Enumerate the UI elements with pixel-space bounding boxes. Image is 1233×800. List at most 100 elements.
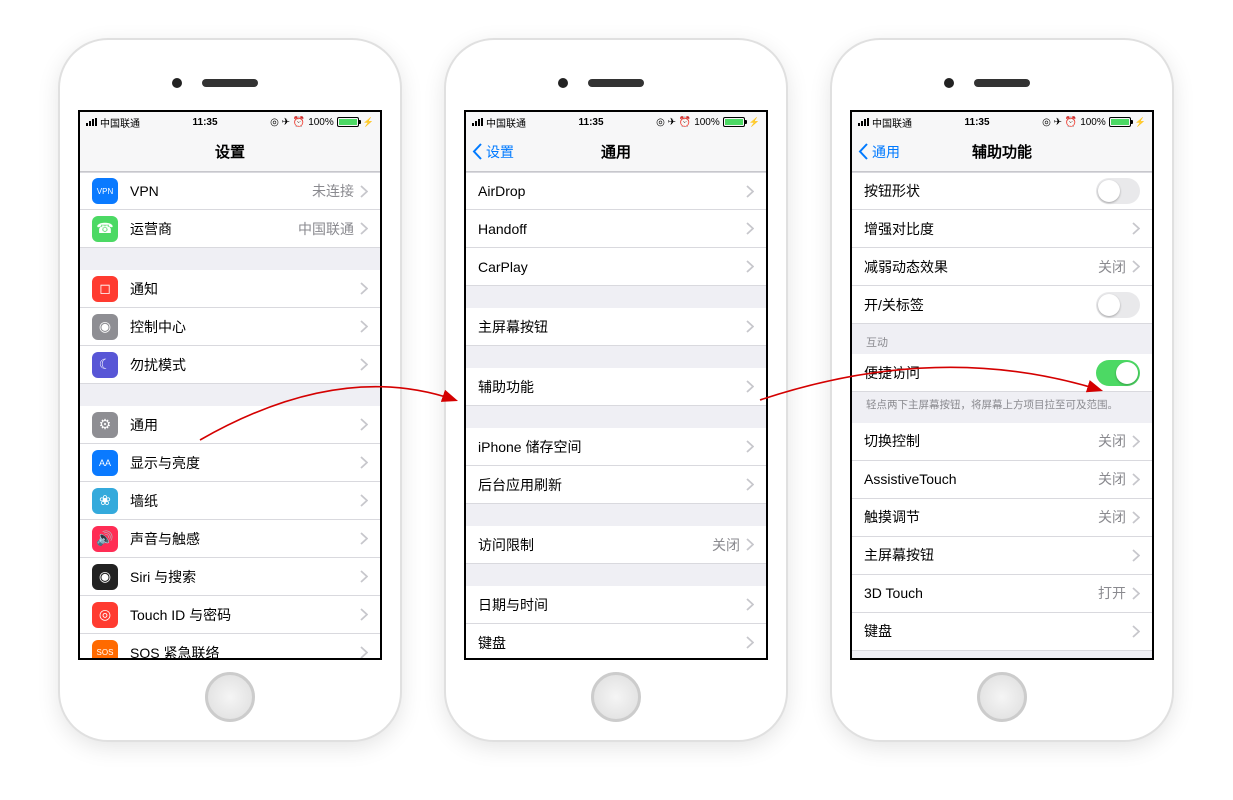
settings-row[interactable]: VPNVPN未连接 [80,172,380,210]
accessibility-list[interactable]: 按钮形状增强对比度减弱动态效果关闭开/关标签互动便捷访问轻点两下主屏幕按钮，将屏… [852,172,1152,658]
row-label: 键盘 [478,633,746,653]
settings-row[interactable]: 访问限制关闭 [466,526,766,564]
settings-row[interactable]: AA显示与亮度 [80,444,380,482]
charging-icon: ⚡ [749,117,760,128]
settings-row[interactable]: ◉控制中心 [80,308,380,346]
row-label: 主屏幕按钮 [478,317,746,337]
settings-row[interactable]: 后台应用刷新 [466,466,766,504]
nav-bar: 设置 [80,132,380,172]
charging-icon: ⚡ [363,117,374,128]
settings-row[interactable]: ◻通知 [80,270,380,308]
settings-row[interactable]: 主屏幕按钮 [466,308,766,346]
settings-row[interactable]: ◎Touch ID 与密码 [80,596,380,634]
chevron-right-icon [360,282,368,295]
row-value: 打开 [1098,583,1126,603]
row-label: 墙纸 [130,491,360,511]
nav-title: 设置 [215,141,245,162]
screen-accessibility: 中国联通 11:35 ◎ ✈ ⏰ 100% ⚡ 通用 辅助功能 按钮形状增强对比… [850,110,1154,660]
chevron-right-icon [360,320,368,333]
row-label: 辅助功能 [478,377,746,397]
chevron-right-icon [746,185,754,198]
settings-row[interactable]: ❀墙纸 [80,482,380,520]
settings-row[interactable]: iPhone 储存空间 [466,428,766,466]
settings-row[interactable]: 按钮形状 [852,172,1152,210]
row-label: 键盘 [864,621,1132,641]
settings-row[interactable]: AirDrop [466,172,766,210]
chevron-right-icon [360,494,368,507]
settings-row[interactable]: 开/关标签 [852,286,1152,324]
row-value: 未连接 [312,181,354,201]
settings-row[interactable]: 触摸调节关闭 [852,499,1152,537]
settings-row[interactable]: ⚙通用 [80,406,380,444]
home-button[interactable] [977,672,1027,722]
chevron-right-icon [1132,435,1140,448]
general-list[interactable]: AirDrop Handoff CarPlay 主屏幕按钮辅助功能 iPhone 储存空… [466,172,766,658]
chevron-right-icon [1132,473,1140,486]
camera-dot [172,78,182,88]
settings-row[interactable]: ◉Siri 与搜索 [80,558,380,596]
status-indicators: ◎ ✈ ⏰ [1042,117,1077,128]
chevron-right-icon [746,222,754,235]
row-label: 后台应用刷新 [478,475,746,495]
row-label: 声音与触感 [130,529,360,549]
chevron-right-icon [746,478,754,491]
chevron-right-icon [1132,260,1140,273]
settings-row[interactable]: 辅助功能 [466,368,766,406]
settings-row[interactable]: SOSSOS 紧急联络 [80,634,380,658]
nav-back[interactable]: 通用 [858,132,900,171]
row-label: 主屏幕按钮 [864,545,1132,565]
row-label: 通用 [130,415,360,435]
home-button[interactable] [591,672,641,722]
settings-row[interactable]: ☎运营商中国联通 [80,210,380,248]
settings-row[interactable]: 🔊声音与触感 [80,520,380,558]
settings-row[interactable]: CarPlay [466,248,766,286]
phone-settings: 中国联通 11:35 ◎ ✈ ⏰ 100% ⚡ 设置 VPNVPN未连接☎运营商… [60,40,400,740]
chevron-right-icon [360,358,368,371]
settings-row[interactable]: Handoff [466,210,766,248]
settings-row[interactable]: 切换控制关闭 [852,423,1152,461]
status-carrier: 中国联通 [486,115,526,130]
chevron-right-icon [746,538,754,551]
phone-top [446,68,786,98]
row-label: 控制中心 [130,317,360,337]
chevron-right-icon [360,222,368,235]
settings-row[interactable]: 主屏幕按钮 [852,537,1152,575]
chevron-right-icon [360,646,368,658]
chevron-right-icon [360,456,368,469]
row-label: Handoff [478,221,746,237]
nav-title: 通用 [601,141,631,162]
settings-row[interactable]: 键盘 [852,613,1152,651]
chevron-right-icon [746,320,754,333]
toggle-switch[interactable] [1096,292,1140,318]
row-label: 显示与亮度 [130,453,360,473]
battery-icon [337,117,359,127]
settings-row[interactable]: 日期与时间 [466,586,766,624]
stage: 中国联通 11:35 ◎ ✈ ⏰ 100% ⚡ 设置 VPNVPN未连接☎运营商… [0,0,1233,800]
settings-row[interactable]: 便捷访问 [852,354,1152,392]
toggle-switch[interactable] [1096,178,1140,204]
status-indicators: ◎ ✈ ⏰ [270,117,305,128]
phone-general: 中国联通 11:35 ◎ ✈ ⏰ 100% ⚡ 设置 通用 AirDropHan… [446,40,786,740]
settings-row[interactable]: 3D Touch打开 [852,575,1152,613]
settings-list[interactable]: VPNVPN未连接☎运营商中国联通◻通知◉控制中心☾勿扰模式⚙通用AA显示与亮度… [80,172,380,658]
settings-row[interactable]: 减弱动态效果关闭 [852,248,1152,286]
row-label: 3D Touch [864,585,1098,601]
row-value: 中国联通 [298,219,354,239]
settings-row[interactable]: AssistiveTouch关闭 [852,461,1152,499]
status-time: 11:35 [965,117,990,128]
toggle-switch[interactable] [1096,360,1140,386]
nav-back-label: 通用 [872,142,900,162]
settings-row[interactable]: ☾勿扰模式 [80,346,380,384]
settings-row[interactable]: 键盘 [466,624,766,658]
settings-row[interactable]: 增强对比度 [852,210,1152,248]
status-time: 11:35 [193,117,218,128]
row-value: 关闭 [1098,507,1126,527]
row-value: 关闭 [712,535,740,555]
home-button[interactable] [205,672,255,722]
row-icon: ◉ [92,564,118,590]
row-label: CarPlay [478,259,746,275]
screen-general: 中国联通 11:35 ◎ ✈ ⏰ 100% ⚡ 设置 通用 AirDropHan… [464,110,768,660]
row-label: 访问限制 [478,535,712,555]
chevron-right-icon [360,185,368,198]
nav-back[interactable]: 设置 [472,132,514,171]
